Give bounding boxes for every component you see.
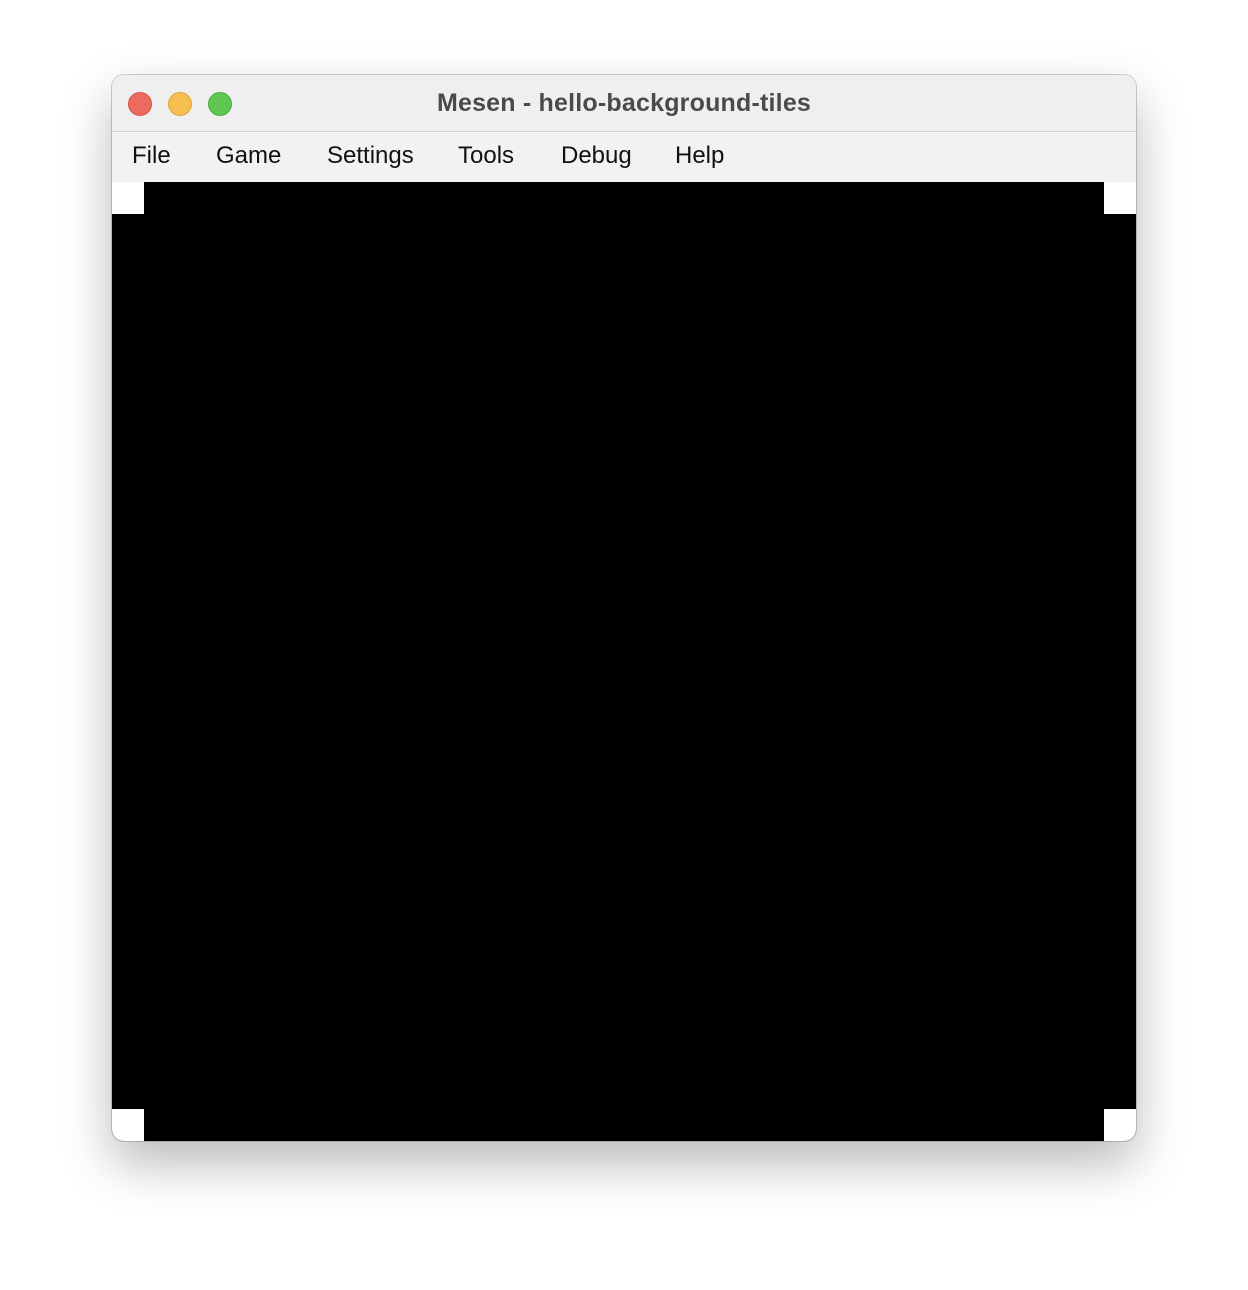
emulator-screen[interactable] <box>112 182 1136 1141</box>
menu-bar: File Game Settings Tools Debug Help <box>112 132 1136 182</box>
menu-game[interactable]: Game <box>216 142 281 170</box>
screen-corner-top-right <box>1104 182 1136 214</box>
menu-debug[interactable]: Debug <box>561 142 632 170</box>
screen-corner-bottom-left <box>112 1109 144 1141</box>
screen-corner-top-left <box>112 182 144 214</box>
title-bar[interactable]: Mesen - hello-background-tiles <box>112 75 1136 132</box>
menu-tools[interactable]: Tools <box>458 142 514 170</box>
menu-settings[interactable]: Settings <box>327 142 414 170</box>
app-window: Mesen - hello-background-tiles File Game… <box>112 75 1136 1141</box>
menu-help[interactable]: Help <box>675 142 724 170</box>
screen-corner-bottom-right <box>1104 1109 1136 1141</box>
window-title: Mesen - hello-background-tiles <box>436 89 812 117</box>
menu-file[interactable]: File <box>132 142 171 170</box>
